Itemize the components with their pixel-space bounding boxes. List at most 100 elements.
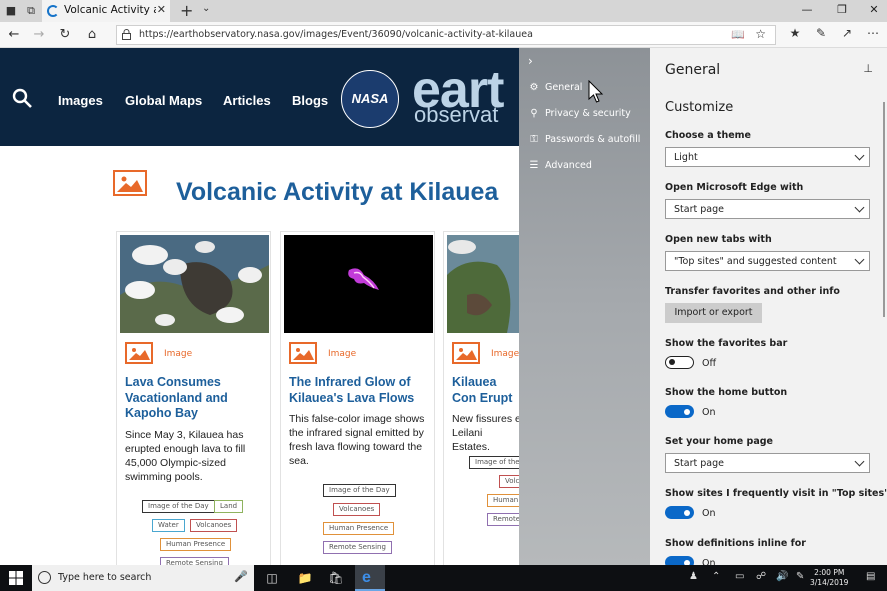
tab-active[interactable]: Volcanic Activity at Kilaue ✕ (42, 0, 170, 22)
home-page-select[interactable]: Start page (665, 453, 870, 473)
close-window-icon[interactable]: ✕ (866, 3, 882, 16)
windows-start-icon[interactable] (9, 571, 23, 585)
image-type-icon (125, 342, 153, 364)
tag-link[interactable]: Volcanoes (190, 519, 238, 532)
tab-list-chevron-icon[interactable]: ⌄ (202, 3, 210, 14)
tag-link[interactable]: Volc (499, 475, 519, 488)
definitions-toggle[interactable] (665, 556, 694, 565)
nasa-logo[interactable]: NASA (341, 70, 399, 128)
tag-link[interactable]: Remote Sensing (160, 557, 229, 565)
minimize-icon[interactable]: — (799, 3, 815, 16)
back-icon[interactable]: ← (5, 26, 23, 44)
forward-icon[interactable]: → (30, 26, 48, 44)
new-tab-icon[interactable]: + (180, 1, 193, 20)
microphone-icon[interactable]: 🎤 (234, 570, 248, 583)
card-description: Since May 3, Kilauea has erupted enough … (125, 429, 246, 483)
card-thumbnail[interactable] (447, 235, 519, 333)
tag-link[interactable]: Image of the (469, 456, 519, 469)
reading-view-icon[interactable]: 📖 (731, 28, 745, 41)
settings-nav-privacy[interactable]: ⚲ Privacy & security (527, 108, 630, 119)
volume-icon[interactable]: 🔊 (776, 571, 788, 582)
card-thumbnail[interactable] (284, 235, 433, 333)
nav-global-maps[interactable]: Global Maps (125, 93, 202, 108)
favorites-bar-state: Off (702, 358, 717, 369)
ink-workspace-icon[interactable]: ✎ (796, 571, 804, 582)
close-tab-icon[interactable]: ✕ (157, 3, 166, 16)
chevron-down-icon (854, 150, 865, 161)
tag-link[interactable]: Remote Sensing (323, 541, 392, 554)
top-sites-toggle[interactable] (665, 506, 694, 519)
import-export-button[interactable]: Import or export (665, 303, 762, 323)
home-button-state: On (702, 407, 716, 418)
new-tabs-select[interactable]: "Top sites" and suggested content (665, 251, 870, 271)
settings-nav-pane: › ⚙ General ⚲ Privacy & security ⚿ Password… (519, 48, 650, 565)
lock-icon: ⚲ (530, 108, 538, 119)
people-icon[interactable]: ♟ (689, 571, 698, 582)
refresh-icon[interactable]: ↻ (56, 26, 74, 44)
card-description: New fissures e Leilani Estates. (452, 413, 519, 453)
theme-select[interactable]: Light (665, 147, 870, 167)
card-title-link[interactable]: The Infrared Glow of Kilauea's Lava Flow… (289, 375, 433, 406)
tag-link[interactable]: Volcanoes (333, 503, 381, 516)
maximize-icon[interactable]: ❐ (834, 3, 850, 16)
card-title-link[interactable]: Kilauea Con Erupt (452, 375, 519, 406)
favorites-icon[interactable]: ★ (787, 26, 803, 40)
top-sites-state: On (702, 508, 716, 519)
card-thumbnail[interactable] (120, 235, 269, 333)
tag-link[interactable]: Human Presence (323, 522, 395, 535)
settings-scrollbar[interactable] (883, 102, 885, 317)
share-icon[interactable]: ↗ (839, 26, 855, 40)
tag-link[interactable]: Land (214, 500, 244, 513)
battery-icon[interactable]: ▭ (735, 571, 744, 582)
card-description: This false-color image shows the infrare… (289, 413, 425, 467)
tag-link[interactable]: Human Presence (160, 538, 232, 551)
favorites-bar-toggle[interactable] (665, 356, 694, 369)
taskbar-clock[interactable]: 2:00 PM 3/14/2019 (810, 568, 848, 588)
settings-content-pane: General ⊥ Customize Choose a theme Light… (650, 48, 887, 565)
show-hidden-icons-chevron-icon[interactable]: ⌃ (712, 571, 720, 582)
settings-nav-label: Advanced (545, 160, 592, 171)
article-card[interactable]: Image Lava Consumes Vacationland and Kap… (116, 231, 271, 565)
site-search-icon[interactable] (12, 88, 32, 108)
set-aside-tabs-icon[interactable]: ⧉ (24, 4, 38, 18)
tag-link[interactable]: Image of the Day (323, 484, 396, 497)
settings-nav-general[interactable]: ⚙ General (527, 82, 583, 93)
tab-actions-icon[interactable]: ■ (4, 4, 18, 18)
file-explorer-icon[interactable]: 📁 (297, 570, 313, 586)
site-header: Images Global Maps Articles Blogs NASA e… (0, 48, 519, 146)
edge-favicon-icon (47, 5, 59, 17)
open-with-select[interactable]: Start page (665, 199, 870, 219)
nav-blogs[interactable]: Blogs (292, 93, 328, 108)
article-card[interactable]: Image The Infrared Glow of Kilauea's Lav… (280, 231, 435, 565)
article-card[interactable]: Image Kilauea Con Erupt New fissures e L… (443, 231, 519, 565)
task-view-icon[interactable]: ◫ (264, 570, 280, 586)
tag-link[interactable]: Image of the Day (142, 500, 215, 513)
edge-taskbar-button[interactable]: e (355, 565, 385, 591)
more-icon[interactable]: ⋯ (865, 26, 881, 40)
new-tabs-label: Open new tabs with (665, 234, 772, 245)
title-bar: ■ ⧉ Volcanic Activity at Kilaue ✕ + ⌄ — … (0, 0, 887, 22)
settings-nav-passwords[interactable]: ⚿ Passwords & autofill (527, 134, 640, 145)
settings-nav-advanced[interactable]: ☰ Advanced (527, 160, 592, 171)
store-icon[interactable]: 🛍 (328, 570, 344, 586)
chevron-down-icon (854, 456, 865, 467)
pin-icon[interactable]: ⊥ (863, 62, 873, 75)
nav-articles[interactable]: Articles (223, 93, 271, 108)
taskbar-search-input[interactable]: Type here to search 🎤 (32, 565, 254, 591)
nav-images[interactable]: Images (58, 93, 103, 108)
web-note-icon[interactable]: ✎ (813, 26, 829, 40)
nasa-logo-text: NASA (351, 91, 389, 106)
home-button-toggle[interactable] (665, 405, 694, 418)
favorite-star-icon[interactable]: ☆ (755, 27, 766, 41)
home-icon[interactable]: ⌂ (83, 26, 101, 44)
network-icon[interactable]: ☍ (756, 571, 766, 582)
card-title-link[interactable]: Lava Consumes Vacationland and Kapoho Ba… (125, 375, 269, 422)
collapse-chevron-icon[interactable]: › (528, 54, 533, 68)
action-center-icon[interactable]: ▤ (866, 571, 875, 582)
tag-link[interactable]: Water (152, 519, 185, 532)
tag-link[interactable]: Remote (487, 513, 519, 526)
tag-link[interactable]: Human (487, 494, 519, 507)
address-bar[interactable]: https://earthobservatory.nasa.gov/images… (116, 25, 776, 45)
sliders-icon: ☰ (529, 160, 539, 171)
open-with-value: Start page (674, 204, 724, 215)
